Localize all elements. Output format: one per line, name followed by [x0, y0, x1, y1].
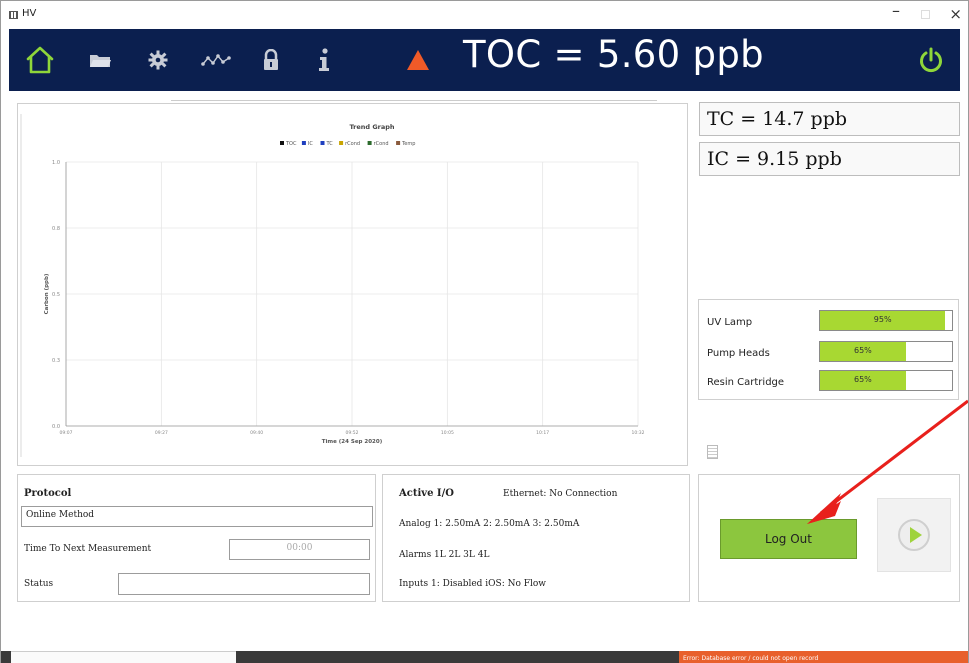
next-measurement-label: Time To Next Measurement [24, 544, 152, 554]
minimize-button[interactable]: – [892, 3, 900, 19]
info-icon [319, 48, 329, 71]
home-button[interactable] [23, 43, 57, 77]
play-icon [898, 519, 930, 551]
lock-icon [264, 49, 278, 70]
run-button[interactable] [877, 498, 951, 572]
legend-label: IC [308, 141, 313, 147]
active-io-heading: Active I/O [399, 488, 454, 499]
chart-title: Trend Graph [349, 123, 394, 131]
status-label: Status [24, 579, 54, 589]
taskbar-tab[interactable] [11, 651, 236, 663]
y-tick-label: 0.5 [52, 292, 60, 298]
home-icon [26, 46, 54, 74]
trend-button[interactable] [199, 43, 233, 77]
uv-lamp-bar: 95% [819, 310, 953, 331]
trend-chart: Trend Graph TOC IC TC rCond rCond Temp 0.0 0.3 0.… [20, 114, 645, 457]
inputs-status: Inputs 1: Disabled iOS: No Flow [399, 579, 547, 589]
legend-swatch [367, 141, 372, 145]
legend-label: rCond [374, 141, 389, 147]
protocol-heading: Protocol [24, 488, 72, 499]
method-field[interactable]: Online Method [21, 507, 373, 527]
ic-reading: IC = 9.15 ppb [699, 142, 960, 176]
trend-icon [201, 54, 231, 66]
taskbar: Error: Database error / could not open r… [1, 651, 968, 663]
y-tick-label: 0.3 [52, 358, 60, 364]
legend-swatch [320, 141, 325, 145]
legend-swatch [339, 141, 344, 145]
uv-lamp-percent: 95% [873, 315, 892, 324]
x-tick-label: 10:05 [441, 430, 454, 436]
x-tick-label: 10:17 [536, 430, 549, 436]
tab-strip-divider [171, 100, 657, 101]
status-field [118, 573, 370, 595]
alarms-status: Alarms 1L 2L 3L 4L [399, 550, 490, 560]
power-icon [920, 47, 942, 73]
y-axis-label: Carbon (ppb) [44, 273, 50, 314]
warning-icon [407, 50, 429, 70]
tc-reading: TC = 14.7 ppb [699, 102, 960, 136]
y-tick-label: 0.0 [52, 424, 60, 430]
next-measurement-field: 00:00 [229, 539, 370, 560]
legend-swatch [301, 141, 306, 145]
y-tick-label: 0.8 [52, 226, 60, 232]
pump-heads-label: Pump Heads [707, 348, 770, 359]
toc-reading: TOC = 5.60 ppb [463, 33, 764, 76]
alarm-button[interactable] [401, 43, 435, 77]
uv-lamp-label: UV Lamp [707, 317, 753, 328]
x-tick-label: 09:52 [346, 430, 359, 436]
app-window: HV – × TOC = 5.60 ppb Trend Graph TOC IC… [0, 0, 969, 663]
protocol-panel: Protocol Online Method Time To Next Meas… [17, 474, 376, 602]
x-tick-label: 09:27 [155, 430, 168, 436]
x-axis-label: Time (24 Sep 2020) [322, 439, 383, 445]
consumables-panel: UV Lamp 95% Pump Heads 65% Resin Cartrid… [698, 299, 959, 400]
app-icon [9, 11, 18, 19]
error-banner: Error: Database error / could not open r… [679, 651, 968, 663]
ethernet-status: Ethernet: No Connection [503, 489, 618, 499]
logout-button[interactable]: Log Out [720, 519, 857, 559]
pump-heads-percent: 65% [854, 346, 872, 355]
legend-label: Temp [401, 141, 415, 147]
legend-swatch [280, 141, 284, 145]
active-io-panel: Active I/O Ethernet: No Connection Analo… [382, 474, 690, 602]
folder-icon [90, 55, 111, 67]
x-tick-label: 09:07 [60, 430, 73, 436]
analog-outputs: Analog 1: 2.50mA 2: 2.50mA 3: 2.50mA [399, 519, 580, 529]
legend-swatch [396, 141, 401, 145]
folder-button[interactable] [83, 43, 117, 77]
lock-button[interactable] [254, 43, 288, 77]
legend-label: TC [326, 141, 334, 147]
gear-icon [148, 50, 168, 70]
title-bar: HV – × [1, 1, 968, 29]
document-icon[interactable] [707, 445, 718, 459]
legend-label: rCond [345, 141, 360, 147]
y-tick-label: 1.0 [52, 160, 60, 166]
trend-chart-panel: Trend Graph TOC IC TC rCond rCond Temp 0.0 0.3 0.… [17, 103, 688, 466]
legend-label: TOC [285, 141, 297, 147]
resin-cartridge-percent: 65% [854, 375, 872, 384]
close-button[interactable]: × [949, 6, 962, 22]
main-header: TOC = 5.60 ppb [9, 29, 960, 91]
power-button[interactable] [914, 43, 948, 77]
maximize-button[interactable] [921, 10, 930, 19]
x-tick-label: 09:40 [250, 430, 263, 436]
pump-heads-bar: 65% [819, 341, 953, 362]
info-button[interactable] [307, 43, 341, 77]
resin-cartridge-bar: 65% [819, 370, 953, 391]
x-tick-label: 10:32 [632, 430, 645, 436]
window-title: HV [22, 8, 37, 19]
resin-cartridge-label: Resin Cartridge [707, 377, 785, 388]
settings-button[interactable] [141, 43, 175, 77]
